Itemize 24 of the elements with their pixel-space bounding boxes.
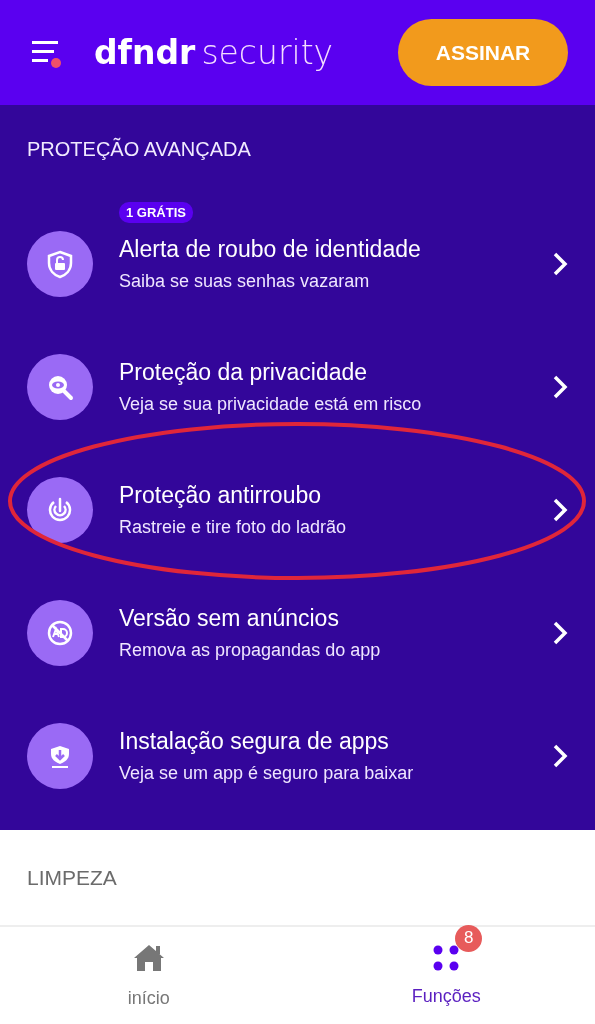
item-title[interactable]: Instalação segura de apps bbox=[119, 727, 552, 755]
nav-tab[interactable]: início bbox=[0, 927, 298, 1024]
chevron-icon[interactable] bbox=[552, 250, 568, 277]
free-badge: 1 GRÁTIS bbox=[119, 202, 193, 223]
count-badge: 8 bbox=[455, 924, 483, 952]
chevron-icon[interactable] bbox=[552, 496, 568, 523]
item-subtitle: Veja se sua privacidade está em risco bbox=[119, 393, 423, 415]
item-subtitle: Saiba se suas senhas vazaram bbox=[119, 270, 371, 292]
logo-text: dfndr bbox=[94, 33, 196, 72]
item-subtitle: Rastreie e tire foto do ladrão bbox=[119, 516, 348, 538]
item-title[interactable]: Proteção da privacidade bbox=[119, 358, 552, 386]
nav-tab[interactable]: 8 Funções bbox=[297, 927, 595, 1024]
item-subtitle: Remova as propagandas do app bbox=[119, 639, 382, 661]
chevron-icon[interactable] bbox=[552, 742, 568, 769]
item-subtitle: Veja se um app é seguro para baixar bbox=[119, 762, 415, 784]
section-title: PROTEÇÃO AVANÇADA bbox=[26, 138, 252, 161]
grid-icon bbox=[433, 944, 460, 971]
chevron-icon[interactable] bbox=[552, 619, 568, 646]
item-title[interactable]: Proteção antirroubo bbox=[119, 481, 552, 509]
section-title: LIMPEZA bbox=[27, 865, 117, 890]
chevron-icon[interactable] bbox=[552, 373, 568, 400]
item-title[interactable]: Alerta de roubo de identidade bbox=[119, 235, 552, 263]
item-title[interactable]: Versão sem anúncios bbox=[119, 604, 552, 632]
logo-text: security bbox=[201, 33, 334, 72]
